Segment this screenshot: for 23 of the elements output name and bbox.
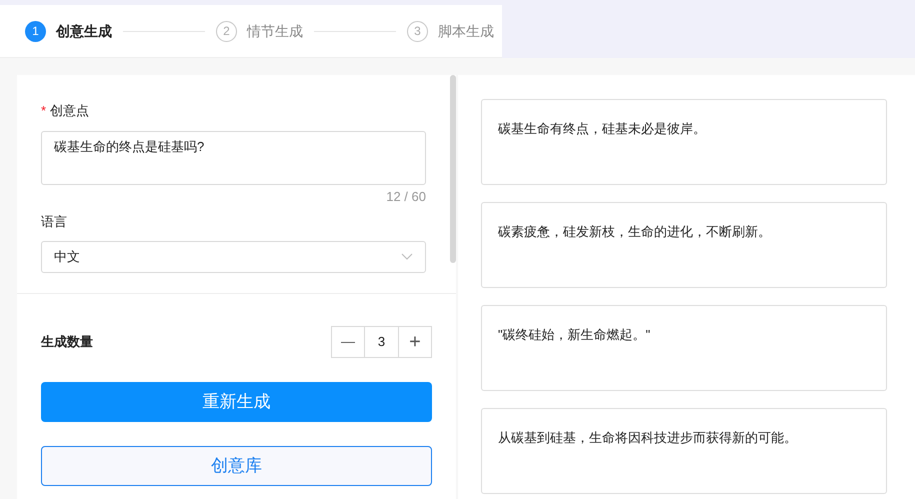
result-card[interactable]: 碳素疲惫，硅发新枝，生命的进化，不断刷新。 <box>481 202 887 288</box>
library-button[interactable]: 创意库 <box>41 446 432 486</box>
step-tab[interactable]: 1 创意生成 <box>25 20 112 42</box>
result-text: 碳基生命有终点，硅基未必是彼岸。 <box>498 121 706 136</box>
field-label: 语言 <box>41 213 67 231</box>
quantity-value[interactable]: 3 <box>364 326 399 356</box>
chevron-down-icon <box>401 252 413 260</box>
idea-field[interactable]: 碳基生命的终点是硅基吗? <box>41 130 426 184</box>
decrement-button[interactable]: — <box>332 326 364 356</box>
step-tab[interactable]: 2 情节生成 <box>216 20 303 42</box>
step-tab[interactable]: 3 脚本生成 <box>407 20 494 42</box>
field-label: * 创意点 <box>41 102 90 120</box>
result-text: 从碳基到硅基，生命将因科技进步而获得新的可能。 <box>498 430 797 445</box>
result-card[interactable]: 碳基生命有终点，硅基未必是彼岸。 <box>481 99 887 185</box>
language-select[interactable]: 中文 <box>41 240 426 272</box>
result-text: "碳终硅始，新生命燃起。" <box>498 327 650 342</box>
result-card[interactable]: "碳终硅始，新生命燃起。" <box>481 305 887 391</box>
scrollbar-thumb[interactable] <box>450 75 456 263</box>
result-text: 碳素疲惫，硅发新枝，生命的进化，不断刷新。 <box>498 224 771 239</box>
increment-button[interactable]: + <box>399 326 431 356</box>
character-counter: 12 / 60 <box>386 188 426 206</box>
quantity-label: 生成数量 <box>41 332 93 351</box>
result-card[interactable]: 从碳基到硅基，生命将因科技进步而获得新的可能。 <box>481 408 887 494</box>
